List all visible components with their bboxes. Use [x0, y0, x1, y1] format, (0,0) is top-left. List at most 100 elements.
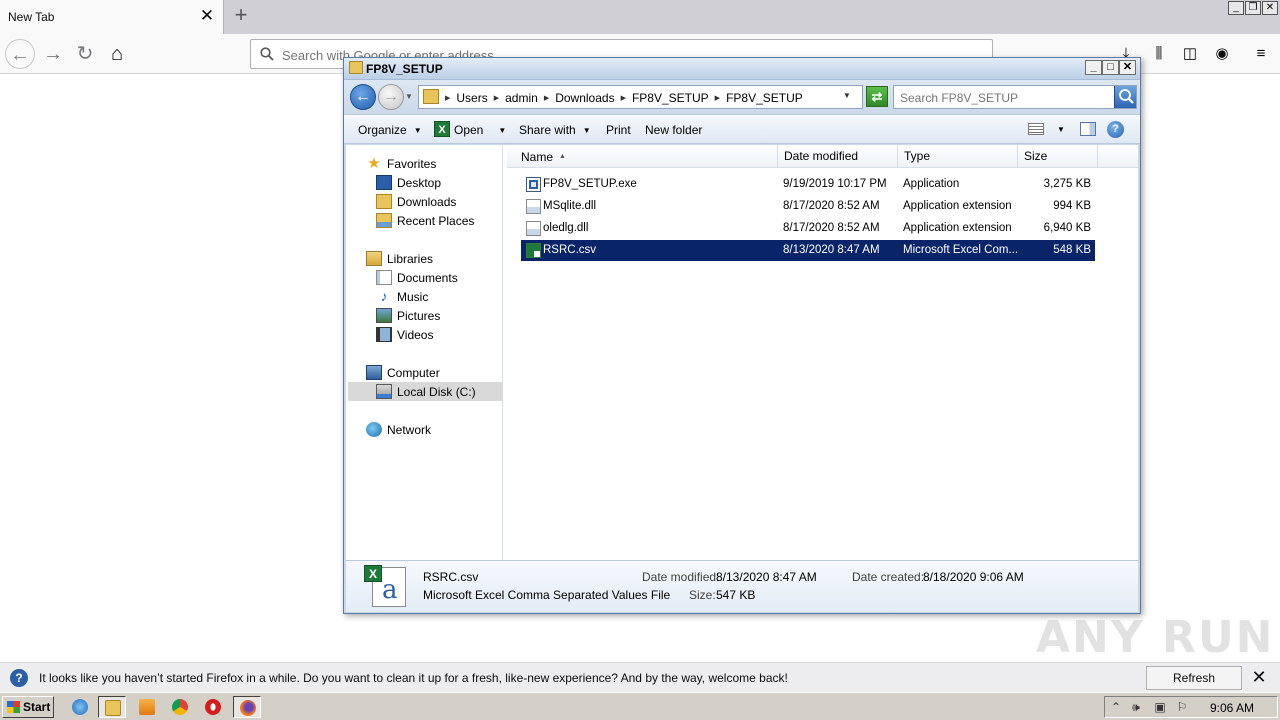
downloads-folder-icon [376, 194, 392, 209]
chevron-down-icon: ▼ [413, 126, 422, 135]
back-icon[interactable]: ← [350, 84, 376, 110]
address-dropdown-icon[interactable]: ▼ [843, 91, 851, 100]
start-button[interactable]: Start [2, 696, 54, 718]
menu-icon[interactable]: ≡ [1251, 44, 1271, 64]
action-center-flag-icon[interactable]: ⚐ [1175, 700, 1189, 714]
nav-item-downloads[interactable]: Downloads [376, 192, 456, 211]
change-view-icon[interactable] [1028, 123, 1044, 135]
file-row[interactable]: oledlg.dll 8/17/2020 8:52 AM Application… [521, 218, 1095, 239]
chevron-right-icon[interactable]: ▶ [494, 94, 499, 102]
chevron-right-icon[interactable]: ▶ [715, 94, 720, 102]
nav-item-music[interactable]: ♪ Music [376, 287, 429, 306]
organize-button[interactable]: Organize ▼ [358, 123, 422, 137]
file-date-modified: 8/17/2020 8:52 AM [783, 222, 880, 234]
back-arrow-icon[interactable]: ← [5, 39, 35, 69]
dll-file-icon [526, 199, 541, 214]
forward-icon[interactable]: → [378, 84, 404, 110]
details-file-type: Microsoft Excel Comma Separated Values F… [423, 588, 671, 602]
search-icon [260, 47, 274, 61]
library-icon[interactable]: ⫼ [1149, 44, 1169, 64]
notification-text: It looks like you haven’t started Firefo… [39, 671, 788, 685]
file-row[interactable]: FP8V_SETUP.exe 9/19/2019 10:17 PM Applic… [521, 174, 1095, 195]
chevron-right-icon[interactable]: ▶ [445, 94, 450, 102]
search-input[interactable] [900, 90, 1110, 106]
search-icon[interactable] [1114, 86, 1136, 108]
print-button[interactable]: Print [606, 123, 631, 137]
open-button[interactable]: Open ▼ [454, 123, 506, 137]
videos-icon [376, 327, 392, 342]
sidebar-icon[interactable]: ◫ [1180, 44, 1200, 64]
explorer-window: FP8V_SETUP _ □ ✕ ← → ▼ ▶ Users ▶ admin ▶… [343, 57, 1141, 614]
share-with-button[interactable]: Share with ▼ [519, 123, 591, 137]
maximize-icon[interactable]: □ [1102, 60, 1119, 75]
dll-file-icon [526, 221, 541, 236]
nav-item-local-disk[interactable]: Local Disk (C:) [376, 382, 476, 401]
column-header-size[interactable]: Size [1018, 145, 1098, 168]
chevron-down-icon: ▼ [582, 126, 591, 135]
nav-item-libraries[interactable]: Libraries [366, 249, 433, 268]
explorer-title-bar[interactable]: FP8V_SETUP _ □ ✕ [344, 58, 1140, 80]
nav-item-documents[interactable]: Documents [376, 268, 458, 287]
volume-icon[interactable]: 🕪 [1129, 700, 1143, 714]
reload-icon[interactable]: ↻ [70, 39, 100, 69]
opera-taskbar-icon[interactable] [199, 696, 227, 718]
nav-item-favorites[interactable]: ★ Favorites [366, 154, 436, 173]
file-row[interactable]: MSqlite.dll 8/17/2020 8:52 AM Applicatio… [521, 196, 1095, 217]
folder-icon [423, 89, 439, 104]
address-bar[interactable]: ▶ Users ▶ admin ▶ Downloads ▶ FP8V_SETUP… [418, 85, 863, 109]
star-icon: ★ [367, 155, 381, 172]
nav-item-network[interactable]: Network [366, 420, 431, 439]
network-status-icon[interactable]: ▣ [1153, 700, 1167, 714]
close-icon[interactable]: ✕ [1119, 60, 1136, 75]
column-header-date-modified[interactable]: Date modified [778, 145, 898, 168]
close-window-icon[interactable]: ✕ [1262, 1, 1278, 15]
nav-item-videos[interactable]: Videos [376, 325, 433, 344]
firefox-taskbar-icon[interactable] [233, 696, 261, 718]
browser-tab[interactable]: New Tab ✕ [0, 0, 224, 34]
account-icon[interactable]: ◉ [1212, 44, 1232, 64]
home-icon[interactable]: ⌂ [102, 39, 132, 69]
refresh-firefox-button[interactable]: Refresh Firefox… [1146, 666, 1242, 707]
file-row-selected[interactable]: RSRC.csv 8/13/2020 8:47 AM Microsoft Exc… [521, 240, 1095, 261]
recent-pages-dropdown-icon[interactable]: ▼ [405, 92, 413, 101]
internet-explorer-taskbar-icon[interactable] [66, 696, 94, 718]
help-icon[interactable]: ? [1107, 121, 1124, 138]
breadcrumb-item-downloads[interactable]: Downloads [555, 91, 614, 105]
nav-item-recent-places[interactable]: Recent Places [376, 211, 474, 230]
minimize-window-icon[interactable]: _ [1228, 1, 1244, 15]
taskbar-clock[interactable]: 9:06 AM [1210, 701, 1254, 715]
chevron-down-icon[interactable]: ▼ [1057, 125, 1065, 134]
media-player-taskbar-icon[interactable] [133, 696, 161, 718]
search-box[interactable] [893, 85, 1137, 109]
nav-item-pictures[interactable]: Pictures [376, 306, 440, 325]
file-explorer-taskbar-icon[interactable] [98, 696, 126, 718]
new-tab-icon[interactable]: + [230, 4, 252, 28]
breadcrumb-item-fp8v-setup[interactable]: FP8V_SETUP [632, 91, 709, 105]
chevron-down-icon: ▼ [498, 126, 507, 135]
recent-places-icon [376, 213, 392, 228]
pictures-icon [376, 308, 392, 323]
forward-arrow-icon[interactable]: → [38, 39, 68, 69]
preview-pane-icon[interactable] [1080, 122, 1096, 136]
nav-item-computer[interactable]: Computer [366, 363, 440, 382]
new-folder-button[interactable]: New folder [645, 123, 702, 137]
libraries-icon [366, 251, 382, 266]
chevron-right-icon[interactable]: ▶ [544, 94, 549, 102]
restore-window-icon[interactable]: ❐ [1245, 1, 1261, 15]
close-notification-icon[interactable]: ✕ [1250, 667, 1268, 687]
show-hidden-icons-icon[interactable]: ⌃ [1109, 700, 1123, 714]
column-header-type[interactable]: Type [898, 145, 1018, 168]
close-tab-icon[interactable]: ✕ [198, 6, 216, 26]
file-name: RSRC.csv [543, 244, 597, 256]
breadcrumb-item-fp8v-setup-inner[interactable]: FP8V_SETUP [726, 91, 803, 105]
nav-item-desktop[interactable]: Desktop [376, 173, 441, 192]
chrome-taskbar-icon[interactable] [166, 696, 194, 718]
breadcrumb-item-admin[interactable]: admin [505, 91, 538, 105]
browser-tab-bar: New Tab ✕ + _ ❐ ✕ [0, 0, 1280, 34]
minimize-icon[interactable]: _ [1085, 60, 1102, 75]
refresh-icon[interactable]: ⇄ [866, 86, 888, 107]
column-header-name[interactable]: Name ▲ [507, 145, 778, 168]
breadcrumb-item-users[interactable]: Users [456, 91, 487, 105]
chevron-right-icon[interactable]: ▶ [621, 94, 626, 102]
command-bar: Organize ▼ X Open ▼ Share with ▼ Print New … [344, 114, 1140, 144]
